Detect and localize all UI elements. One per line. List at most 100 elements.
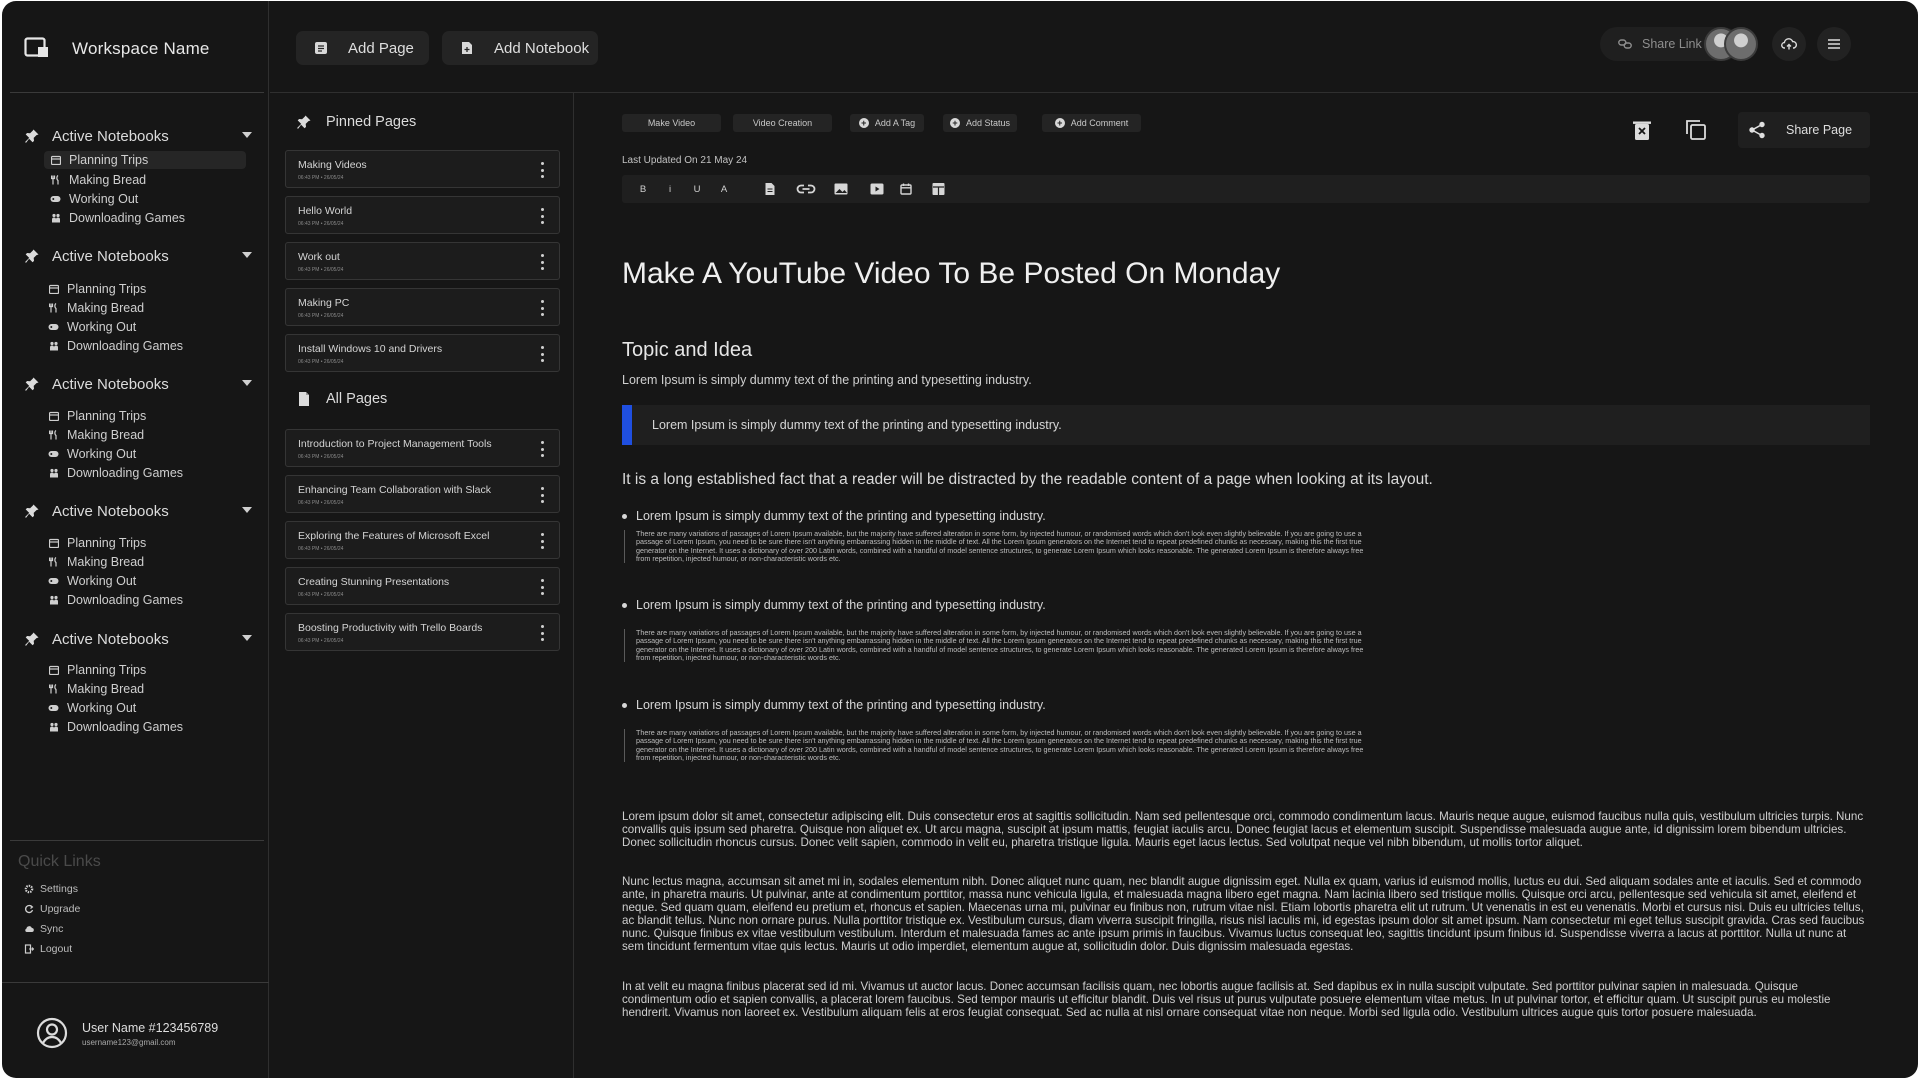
chevron-down-icon[interactable] <box>242 132 252 138</box>
workspace-header[interactable]: Workspace Name <box>2 1 269 93</box>
notebook-item[interactable]: Making Bread <box>48 426 144 444</box>
notebook-group-header[interactable]: Active Notebooks <box>24 126 252 146</box>
notebook-item[interactable]: Working Out <box>48 318 136 336</box>
cloud-sync-button[interactable] <box>1772 27 1806 61</box>
page-card[interactable]: Enhancing Team Collaboration with Slack 0… <box>285 475 560 513</box>
chevron-down-icon[interactable] <box>242 507 252 513</box>
dot <box>541 539 544 543</box>
notebook-item[interactable]: Planning Trips <box>48 407 146 425</box>
more-options-icon[interactable] <box>541 254 545 270</box>
notebook-item-label: Downloading Games <box>67 720 184 734</box>
more-options-icon[interactable] <box>541 533 545 549</box>
pin-icon <box>25 249 39 263</box>
notebook-group-title: Active Notebooks <box>52 247 169 265</box>
notebook-item-label: Planning Trips <box>69 153 149 167</box>
add-page-button[interactable]: Add Page <box>296 31 429 65</box>
page-card[interactable]: Install Windows 10 and Drivers 06:43 PM •… <box>285 334 560 372</box>
notebook-item[interactable]: Working Out <box>48 699 136 717</box>
utensils-icon <box>48 684 57 694</box>
add-status-button[interactable]: + Add Status <box>943 114 1017 132</box>
quick-link-upgrade[interactable]: Upgrade <box>24 903 80 915</box>
page-title[interactable]: Make A YouTube Video To Be Posted On Mon… <box>622 257 1280 291</box>
tag-chip[interactable]: Video Creation <box>733 114 832 132</box>
page-card[interactable]: Introduction to Project Management Tools… <box>285 429 560 467</box>
link-icon[interactable] <box>796 182 816 196</box>
file-icon[interactable] <box>764 182 776 196</box>
page-card[interactable]: Making PC 06:43 PM • 26/05/24 <box>285 288 560 326</box>
bold-button[interactable]: B <box>638 182 648 196</box>
notebook-item[interactable]: Making Bread <box>48 553 144 571</box>
bullet-text: Lorem Ipsum is simply dummy text of the … <box>636 509 1046 523</box>
dot <box>541 493 544 497</box>
page-card[interactable]: Work out 06:43 PM • 26/05/24 <box>285 242 560 280</box>
notebook-item[interactable]: Making Bread <box>48 680 144 698</box>
dot <box>541 260 544 264</box>
more-options-icon[interactable] <box>541 162 545 178</box>
notebook-item[interactable]: Making Bread <box>48 299 144 317</box>
chevron-down-icon[interactable] <box>242 380 252 386</box>
notebook-group-header[interactable]: Active Notebooks <box>24 629 252 649</box>
underline-button[interactable]: U <box>692 182 702 196</box>
more-options-icon[interactable] <box>541 441 545 457</box>
notebook-item[interactable]: Working Out <box>48 445 136 463</box>
more-options-icon[interactable] <box>541 625 545 641</box>
bullet-dot <box>622 702 627 708</box>
notebook-item[interactable]: Planning Trips <box>48 661 146 679</box>
notebook-item[interactable]: Downloading Games <box>48 718 183 736</box>
quick-link-logout[interactable]: Logout <box>24 943 72 955</box>
chevron-down-icon[interactable] <box>242 635 252 641</box>
notebook-group-header[interactable]: Active Notebooks <box>24 246 252 266</box>
notebook-item[interactable]: Working Out <box>50 190 138 208</box>
quick-link-sync[interactable]: Sync <box>24 923 63 935</box>
delete-page-icon[interactable] <box>1631 119 1653 141</box>
notebook-item[interactable]: Planning Trips <box>48 280 146 298</box>
duplicate-page-icon[interactable] <box>1685 119 1707 141</box>
notebook-group-header[interactable]: Active Notebooks <box>24 501 252 521</box>
bullet-dot <box>622 602 627 608</box>
notebook-group-header[interactable]: Active Notebooks <box>24 374 252 394</box>
notebook-item[interactable]: Planning Trips <box>48 534 146 552</box>
more-options-icon[interactable] <box>541 579 545 595</box>
chevron-down-icon[interactable] <box>242 252 252 258</box>
add-tag-button[interactable]: + Add A Tag <box>850 114 924 132</box>
share-page-button[interactable]: Share Page <box>1738 112 1870 148</box>
dot <box>541 162 544 165</box>
italic-button[interactable]: i <box>665 182 675 196</box>
notebook-item-label: Working Out <box>67 320 137 334</box>
add-tag-label: Add A Tag <box>874 118 916 128</box>
notebook-item[interactable]: Downloading Games <box>48 337 183 355</box>
page-card[interactable]: Exploring the Features of Microsoft Exce… <box>285 521 560 559</box>
notebook-item[interactable]: Making Bread <box>50 171 146 189</box>
dot <box>541 346 544 349</box>
notebook-item-icon <box>50 213 61 224</box>
calendar-icon[interactable] <box>900 182 912 196</box>
image-icon[interactable] <box>834 182 848 196</box>
add-notebook-button[interactable]: Add Notebook <box>442 31 598 65</box>
more-options-icon[interactable] <box>541 487 545 503</box>
tag-chip[interactable]: Make Video <box>622 114 721 132</box>
more-options-icon[interactable] <box>541 208 545 224</box>
notebook-item-icon <box>48 703 59 714</box>
notebook-item-label: Downloading Games <box>67 593 184 607</box>
page-card[interactable]: Hello World 06:43 PM • 26/05/24 <box>285 196 560 234</box>
notebook-item[interactable]: Planning Trips <box>44 151 246 169</box>
menu-button[interactable] <box>1817 27 1851 61</box>
page-card[interactable]: Boosting Productivity with Trello Boards… <box>285 613 560 651</box>
utensils-icon <box>50 175 59 185</box>
quick-link-settings[interactable]: Settings <box>24 883 78 895</box>
collaborator-avatars[interactable] <box>1704 27 1760 61</box>
video-icon[interactable] <box>870 182 884 196</box>
notebook-item[interactable]: Downloading Games <box>50 209 185 227</box>
notebook-item[interactable]: Downloading Games <box>48 591 183 609</box>
dot <box>541 221 544 224</box>
text-color-button[interactable]: A <box>719 182 729 196</box>
add-comment-button[interactable]: + Add Comment <box>1042 114 1141 132</box>
user-avatar-icon <box>36 1017 68 1049</box>
notebook-item[interactable]: Working Out <box>48 572 136 590</box>
table-icon[interactable] <box>932 182 945 196</box>
more-options-icon[interactable] <box>541 346 545 362</box>
more-options-icon[interactable] <box>541 300 545 316</box>
page-card[interactable]: Creating Stunning Presentations 06:43 PM … <box>285 567 560 605</box>
page-card[interactable]: Making Videos 06:43 PM • 26/05/24 <box>285 150 560 188</box>
notebook-item[interactable]: Downloading Games <box>48 464 183 482</box>
